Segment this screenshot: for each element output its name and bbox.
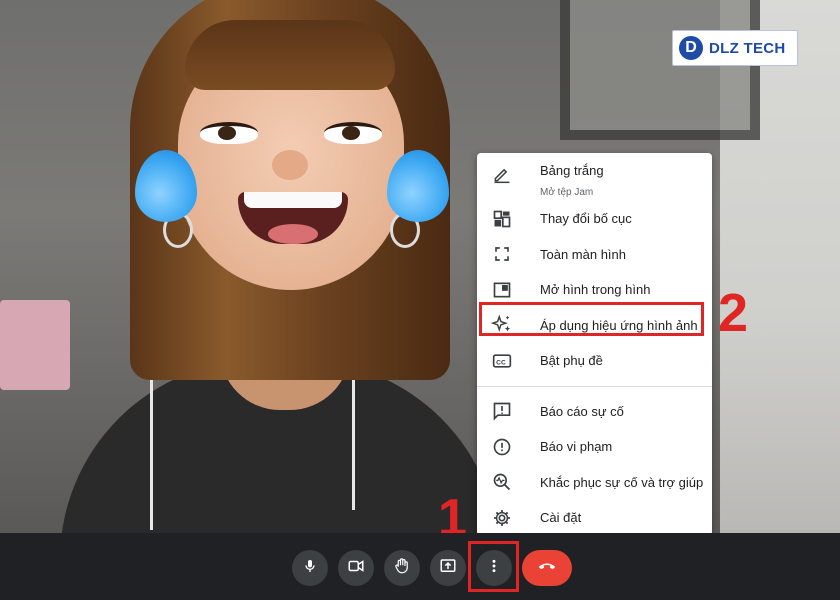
highlight-box-visual-effects <box>479 302 704 336</box>
more-options-menu: Bảng trắng Mở tệp Jam Thay đổi bố cục To… <box>477 153 712 536</box>
menu-item-label: Thay đổi bố cục <box>540 211 632 227</box>
menu-item-troubleshooting[interactable]: Khắc phục sự cố và trợ giúp <box>477 465 712 501</box>
hangup-button[interactable] <box>522 550 572 586</box>
svg-text:CC: CC <box>496 359 506 366</box>
menu-divider <box>477 385 712 387</box>
alert-icon <box>491 436 513 458</box>
raise-hand-button[interactable] <box>384 550 420 586</box>
pip-icon <box>491 279 513 301</box>
menu-item-report-problem[interactable]: Báo cáo sự cố <box>477 394 712 430</box>
logo-mark: D <box>679 36 703 60</box>
menu-item-label: Cài đặt <box>540 510 582 526</box>
menu-item-label: Bật phụ đề <box>540 353 603 369</box>
memoji-nose <box>272 150 308 180</box>
layout-icon <box>491 208 513 230</box>
menu-item-label: Toàn màn hình <box>540 246 627 262</box>
menu-item-label: Báo vi phạm <box>540 439 613 455</box>
troubleshoot-icon <box>491 471 513 493</box>
background-window <box>560 0 760 140</box>
menu-item-fullscreen[interactable]: Toàn màn hình <box>477 237 712 273</box>
earphone-cable-left <box>150 380 153 530</box>
memoji-eye-right <box>324 122 382 144</box>
logo-text: DLZ TECH <box>709 39 786 57</box>
menu-item-change-layout[interactable]: Thay đổi bố cục <box>477 201 712 237</box>
menu-item-label: Khắc phục sự cố và trợ giúp <box>540 474 704 490</box>
menu-item-label: Mở hình trong hình <box>540 282 651 298</box>
microphone-button[interactable] <box>292 550 328 586</box>
camera-button[interactable] <box>338 550 374 586</box>
menu-item-settings[interactable]: Cài đặt <box>477 500 712 536</box>
memoji-eye-left <box>200 122 258 144</box>
highlight-box-more-options <box>468 541 519 592</box>
present-button[interactable] <box>430 550 466 586</box>
microphone-icon <box>302 558 318 579</box>
camera-icon <box>347 557 365 580</box>
step-number-2: 2 <box>718 283 749 343</box>
captions-icon: CC <box>491 350 513 372</box>
menu-item-captions[interactable]: CC Bật phụ đề <box>477 343 712 379</box>
menu-item-label: Báo cáo sự cố <box>540 403 624 419</box>
feedback-icon <box>491 400 513 422</box>
menu-item-sublabel: Mở tệp Jam <box>540 187 594 198</box>
call-controls-bar <box>0 533 840 600</box>
memoji-bangs <box>185 20 395 90</box>
menu-item-report-abuse[interactable]: Báo vi phạm <box>477 429 712 465</box>
background-object <box>0 300 70 390</box>
hand-icon <box>393 557 411 580</box>
present-icon <box>439 557 457 580</box>
gear-icon <box>491 507 513 529</box>
menu-item-label: Bảng trắng <box>540 163 604 178</box>
video-feed <box>0 0 840 533</box>
fullscreen-icon <box>491 243 513 265</box>
pencil-icon <box>491 163 513 185</box>
earphone-cable-right <box>352 380 355 510</box>
dlz-tech-logo: D DLZ TECH <box>672 30 798 66</box>
menu-item-whiteboard[interactable]: Bảng trắng Mở tệp Jam <box>477 157 712 201</box>
hangup-icon <box>536 555 558 582</box>
